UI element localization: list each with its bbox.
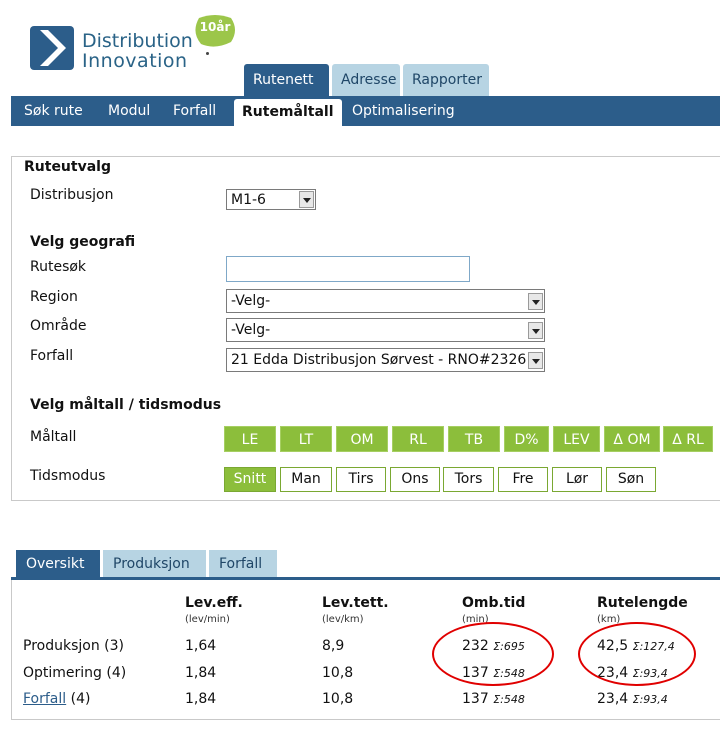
brand-name-line2: Innovation <box>82 50 188 72</box>
table-cell: 23,4 Σ:93,4 <box>597 691 668 707</box>
forfall-label: Forfall <box>30 348 74 364</box>
chevron-down-icon[interactable] <box>528 352 543 369</box>
tidsmodus-label: Tidsmodus <box>30 468 106 484</box>
maaltall-button-le[interactable]: LE <box>224 426 276 452</box>
rutesok-label: Rutesøk <box>30 259 87 275</box>
header-lev-eff: Lev.eff. <box>185 595 243 611</box>
chevron-down-icon[interactable] <box>528 293 543 310</box>
distribusjon-select[interactable]: M1-6 <box>226 189 316 210</box>
omrade-select[interactable]: -Velg- <box>226 318 545 342</box>
omrade-label: Område <box>30 318 87 334</box>
anniversary-badge-text: 10år <box>199 20 231 34</box>
tab-adresse[interactable]: Adresse <box>332 64 400 96</box>
maaltall-button-tb[interactable]: TB <box>448 426 500 452</box>
tidsmodus-button-ons[interactable]: Ons <box>390 467 440 492</box>
tidsmodus-button-fre[interactable]: Fre <box>498 467 548 492</box>
unit-lev-tett: (lev/km) <box>322 614 364 625</box>
decorative-dot <box>206 52 209 55</box>
maaltall-button-d-pct[interactable]: D% <box>504 426 549 452</box>
table-cell: 1,64 <box>185 638 217 654</box>
tidsmodus-button-son[interactable]: Søn <box>606 467 656 492</box>
table-cell: 1,84 <box>185 691 217 707</box>
nav-forfall[interactable]: Forfall <box>173 96 216 126</box>
omrade-value: -Velg- <box>231 322 271 338</box>
forfall-select[interactable]: 21 Edda Distribusjon Sørvest - RNO#2326 <box>226 348 545 372</box>
tidsmodus-button-tirs[interactable]: Tirs <box>336 467 386 492</box>
nav-sok-rute[interactable]: Søk rute <box>24 96 83 126</box>
distribusjon-value: M1-6 <box>231 192 266 208</box>
maal-title: Velg måltall / tidsmodus <box>30 397 222 413</box>
highlight-oval-omb <box>432 622 554 686</box>
table-cell: 10,8 <box>322 665 354 681</box>
maaltall-button-rl[interactable]: RL <box>392 426 444 452</box>
maaltall-label: Måltall <box>30 429 77 445</box>
forfall-value: 21 Edda Distribusjon Sørvest - RNO#2326 <box>231 352 527 368</box>
brand-name-line1: Distribution <box>82 30 193 52</box>
tab-rutenett[interactable]: Rutenett <box>244 64 329 96</box>
table-cell: 1,84 <box>185 665 217 681</box>
unit-lev-eff: (lev/min) <box>185 614 230 625</box>
maaltall-button-om[interactable]: OM <box>336 426 388 452</box>
distribusjon-label: Distribusjon <box>30 187 114 203</box>
table-cell: 10,8 <box>322 691 354 707</box>
section-title-ruteutvalg: Ruteutvalg <box>22 159 113 175</box>
tidsmodus-button-lor[interactable]: Lør <box>552 467 602 492</box>
nav-optimalisering[interactable]: Optimalisering <box>352 96 455 126</box>
chevron-down-icon[interactable] <box>299 191 314 208</box>
tidsmodus-button-tors[interactable]: Tors <box>443 467 494 492</box>
tab-produksjon[interactable]: Produksjon <box>103 550 206 578</box>
region-value: -Velg- <box>231 293 271 309</box>
chevron-down-icon[interactable] <box>528 322 543 339</box>
geo-title: Velg geografi <box>30 234 136 250</box>
maaltall-button-lev[interactable]: LEV <box>553 426 600 452</box>
maaltall-button-delta-rl[interactable]: Δ RL <box>663 426 713 452</box>
forfall-link[interactable]: Forfall <box>23 691 66 707</box>
region-label: Region <box>30 289 78 305</box>
table-cell: 8,9 <box>322 638 345 654</box>
highlight-oval-rutelengde <box>578 622 696 686</box>
header-lev-tett: Lev.tett. <box>322 595 389 611</box>
maaltall-button-lt[interactable]: LT <box>280 426 332 452</box>
tidsmodus-button-snitt[interactable]: Snitt <box>224 467 276 492</box>
tab-forfall-bottom[interactable]: Forfall <box>209 550 277 578</box>
nav-rutemaltall[interactable]: Rutemåltall <box>234 99 342 126</box>
tidsmodus-button-man[interactable]: Man <box>280 467 332 492</box>
tab-rapporter[interactable]: Rapporter <box>403 64 489 96</box>
tab-oversikt[interactable]: Oversikt <box>16 550 100 578</box>
logo-icon <box>30 26 74 70</box>
table-row-label: Optimering (4) <box>23 665 127 681</box>
rutesok-input[interactable] <box>226 256 470 282</box>
table-cell: 137 Σ:548 <box>462 691 525 707</box>
nav-modul[interactable]: Modul <box>108 96 150 126</box>
region-select[interactable]: -Velg- <box>226 289 545 313</box>
table-row-label: Forfall (4) <box>23 691 91 707</box>
maaltall-button-delta-om[interactable]: Δ OM <box>604 426 660 452</box>
header-omb-tid: Omb.tid <box>462 595 526 611</box>
header-rutelengde: Rutelengde <box>597 595 688 611</box>
table-row-label: Produksjon (3) <box>23 638 124 654</box>
